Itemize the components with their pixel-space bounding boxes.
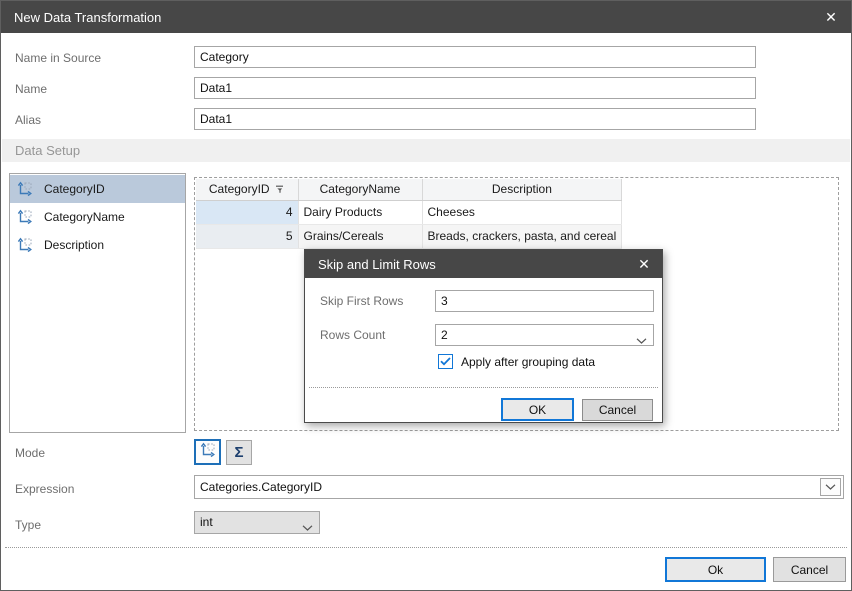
cell-categoryname: Dairy Products xyxy=(298,200,422,224)
axis-dimension-icon xyxy=(16,181,33,198)
data-setup-title: Data Setup xyxy=(15,143,80,158)
apply-after-grouping-checkbox[interactable] xyxy=(438,354,453,369)
cell-categoryname: Grains/Cereals xyxy=(298,224,422,248)
field-list-item-categoryid[interactable]: CategoryID xyxy=(10,175,185,203)
column-header-categoryid[interactable]: CategoryID xyxy=(196,179,298,200)
axis-dimension-icon xyxy=(16,209,33,226)
rows-count-value: 2 xyxy=(441,328,448,342)
new-data-transformation-dialog: New Data Transformation ✕ Name in Source… xyxy=(0,0,852,591)
cell-categoryid: 5 xyxy=(196,224,298,248)
chevron-down-icon[interactable] xyxy=(302,520,313,534)
sigma-icon: Σ xyxy=(234,445,243,460)
chevron-down-icon xyxy=(825,484,836,490)
grid-row[interactable]: 5 Grains/Cereals Breads, crackers, pasta… xyxy=(196,224,622,248)
expression-value: Categories.CategoryID xyxy=(200,480,322,494)
modal-separator xyxy=(309,387,658,388)
name-in-source-label: Name in Source xyxy=(15,51,101,65)
mode-label: Mode xyxy=(15,446,45,460)
mode-dimension-button[interactable] xyxy=(194,439,221,465)
name-label: Name xyxy=(15,82,47,96)
field-list-item-categoryname[interactable]: CategoryName xyxy=(10,203,185,231)
modal-ok-button[interactable]: OK xyxy=(501,398,574,421)
rows-count-combobox[interactable]: 2 xyxy=(435,324,654,346)
cell-categoryid: 4 xyxy=(196,200,298,224)
grid-row[interactable]: 4 Dairy Products Cheeses xyxy=(196,200,622,224)
modal-title: Skip and Limit Rows xyxy=(305,257,626,272)
apply-after-grouping-label: Apply after grouping data xyxy=(461,355,595,369)
skip-first-rows-label: Skip First Rows xyxy=(320,294,403,308)
field-list-label: Description xyxy=(44,238,104,252)
axis-dimension-icon xyxy=(199,442,216,462)
grid-header-row: CategoryID CategoryName Description xyxy=(196,179,622,200)
check-icon xyxy=(440,357,451,366)
alias-label: Alias xyxy=(15,113,41,127)
type-label: Type xyxy=(15,518,41,532)
column-header-categoryname[interactable]: CategoryName xyxy=(298,179,422,200)
field-list-item-description[interactable]: Description xyxy=(10,231,185,259)
footer-separator xyxy=(5,547,847,548)
type-combobox[interactable]: int xyxy=(194,511,320,534)
close-icon[interactable]: ✕ xyxy=(811,1,851,33)
name-input[interactable] xyxy=(194,77,756,99)
titlebar: New Data Transformation ✕ xyxy=(1,1,851,33)
alias-input[interactable] xyxy=(194,108,756,130)
expression-combobox[interactable]: Categories.CategoryID xyxy=(194,475,844,499)
skip-first-rows-input[interactable] xyxy=(435,290,654,312)
expression-dropdown-button[interactable] xyxy=(820,478,841,496)
mode-aggregate-button[interactable]: Σ xyxy=(226,440,252,465)
data-setup-section-header: Data Setup xyxy=(2,139,850,162)
skip-and-limit-rows-dialog: Skip and Limit Rows ✕ Skip First Rows Ro… xyxy=(304,249,663,423)
filter-icon[interactable] xyxy=(275,183,285,197)
cell-description: Cheeses xyxy=(422,200,622,224)
cell-description: Breads, crackers, pasta, and cereal xyxy=(422,224,622,248)
ok-button[interactable]: Ok xyxy=(665,557,766,582)
window-title: New Data Transformation xyxy=(1,10,811,25)
modal-titlebar: Skip and Limit Rows ✕ xyxy=(305,250,662,278)
field-list-label: CategoryID xyxy=(44,182,105,196)
modal-cancel-button[interactable]: Cancel xyxy=(582,399,653,421)
data-preview-grid: CategoryID CategoryName Description 4 Da… xyxy=(196,179,622,249)
cancel-button[interactable]: Cancel xyxy=(773,557,846,582)
field-list-label: CategoryName xyxy=(44,210,125,224)
axis-dimension-icon xyxy=(16,237,33,254)
expression-label: Expression xyxy=(15,482,74,496)
chevron-down-icon[interactable] xyxy=(636,333,647,347)
column-header-description[interactable]: Description xyxy=(422,179,622,200)
field-listbox: CategoryID CategoryName xyxy=(9,173,186,433)
name-in-source-input[interactable] xyxy=(194,46,756,68)
modal-close-icon[interactable]: ✕ xyxy=(626,250,662,278)
rows-count-label: Rows Count xyxy=(320,328,385,342)
type-value: int xyxy=(200,515,213,529)
